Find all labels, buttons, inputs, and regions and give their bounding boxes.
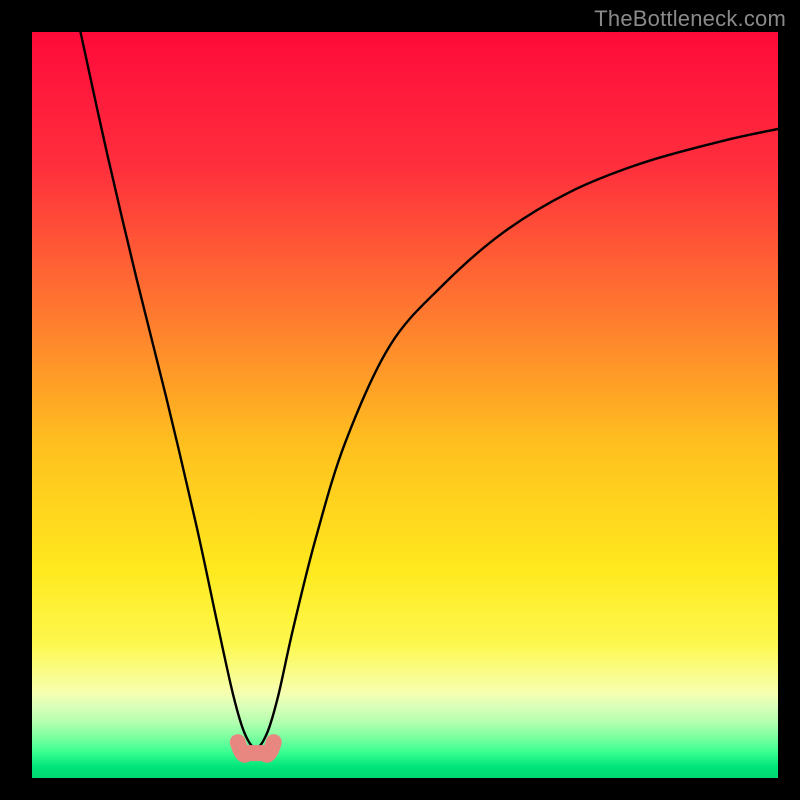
bottleneck-curve <box>32 32 778 778</box>
watermark-text: TheBottleneck.com <box>594 6 786 32</box>
plot-area <box>32 32 778 778</box>
minimum-marker <box>238 742 274 755</box>
chart-container: TheBottleneck.com <box>0 0 800 800</box>
